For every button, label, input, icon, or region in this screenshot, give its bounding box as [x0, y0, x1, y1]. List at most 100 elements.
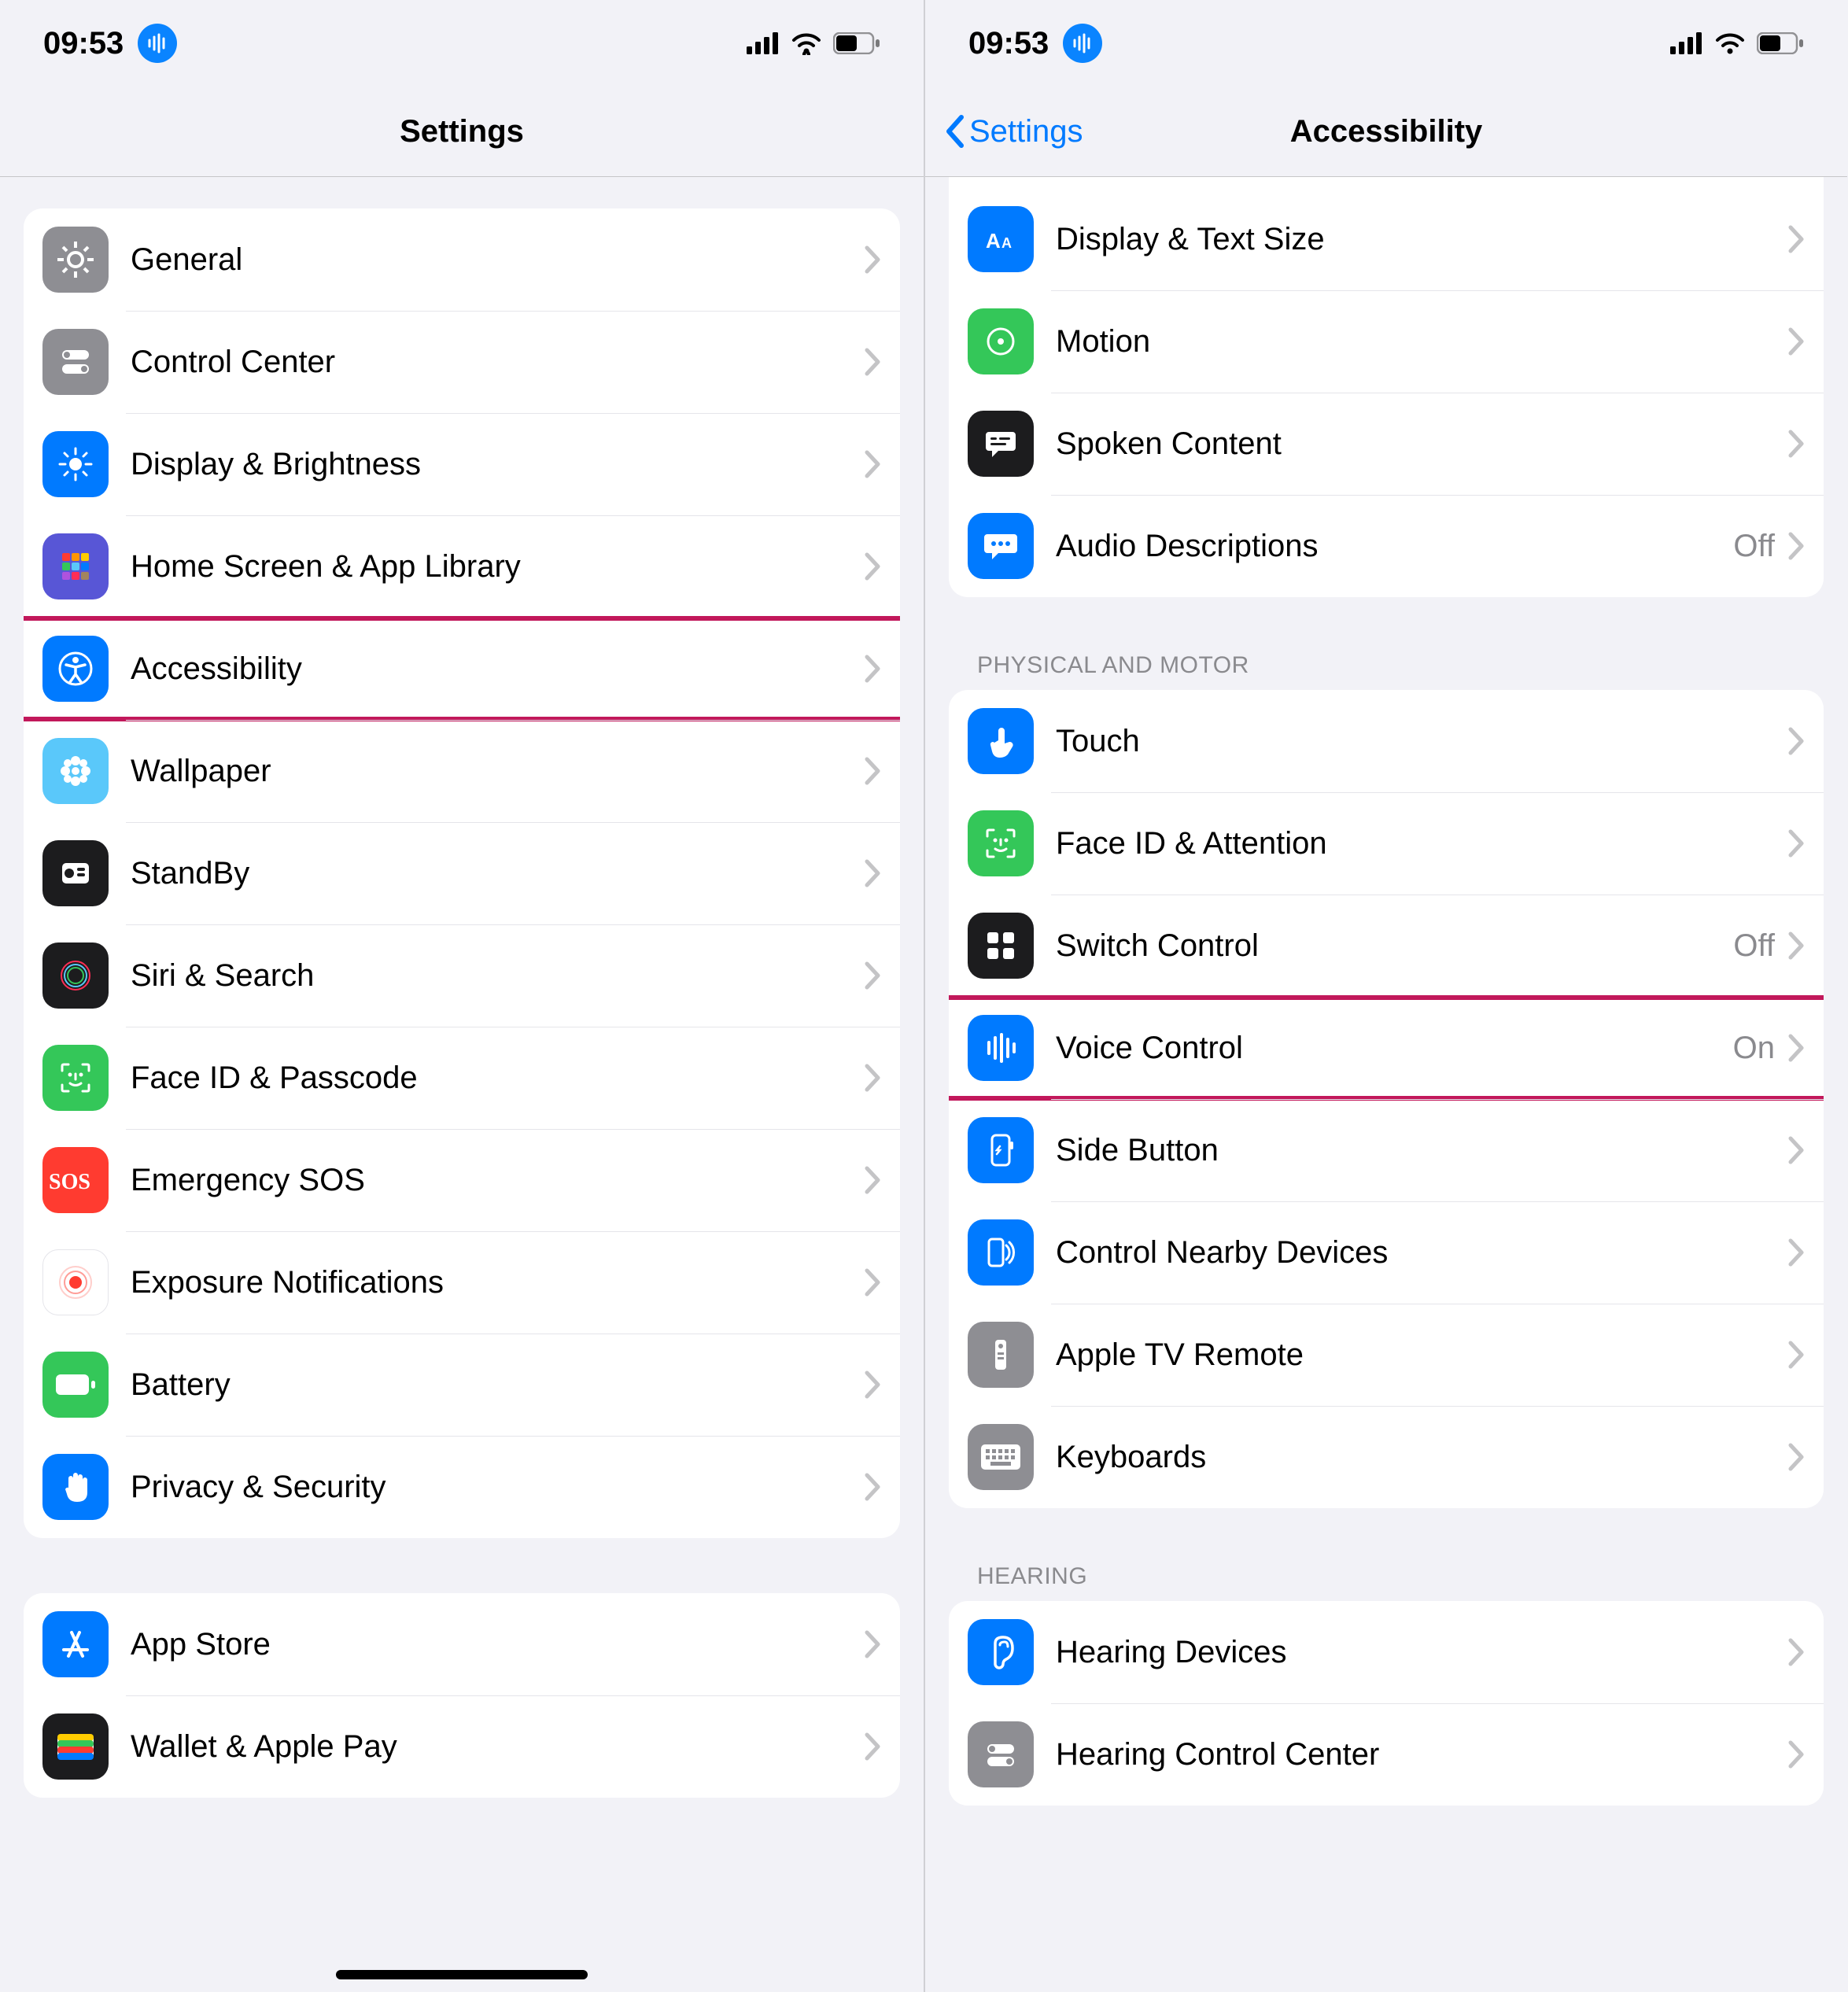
chevron-right-icon	[864, 1629, 881, 1659]
status-time: 09:53	[43, 26, 124, 61]
chevron-right-icon	[864, 1370, 881, 1400]
voice-control-indicator-icon	[138, 24, 177, 63]
row-spoken-content[interactable]: Spoken Content	[949, 393, 1824, 495]
chevron-right-icon	[1787, 1739, 1805, 1769]
row-display-brightness[interactable]: Display & Brightness	[24, 413, 900, 515]
row-label: Accessibility	[131, 651, 864, 687]
chevron-right-icon	[864, 347, 881, 377]
chevron-right-icon	[864, 654, 881, 684]
back-button[interactable]: Settings	[944, 114, 1083, 149]
row-label: Hearing Devices	[1056, 1635, 1787, 1670]
battery-icon	[833, 32, 880, 54]
chevron-right-icon	[1787, 531, 1805, 561]
row-audio-descriptions[interactable]: Audio DescriptionsOff	[949, 495, 1824, 597]
row-control-nearby[interactable]: Control Nearby Devices	[949, 1201, 1824, 1304]
row-label: Side Button	[1056, 1133, 1787, 1168]
row-label: Keyboards	[1056, 1440, 1787, 1475]
grid-icon	[42, 533, 109, 599]
row-label: Control Center	[131, 345, 864, 380]
vision-group-partial: AADisplay & Text Size Motion Spoken Conten…	[949, 177, 1824, 597]
chevron-right-icon	[1787, 429, 1805, 459]
row-label: Hearing Control Center	[1056, 1737, 1787, 1773]
row-faceid-passcode[interactable]: Face ID & Passcode	[24, 1027, 900, 1129]
row-general[interactable]: General	[24, 208, 900, 311]
home-indicator	[336, 1970, 588, 1979]
back-label: Settings	[969, 114, 1083, 149]
row-label: StandBy	[131, 856, 864, 891]
switches-icon	[42, 329, 109, 395]
row-hearing-control-center[interactable]: Hearing Control Center	[949, 1703, 1824, 1806]
hearing-cc-icon	[968, 1721, 1034, 1787]
row-voice-control[interactable]: Voice ControlOn	[949, 997, 1824, 1099]
row-wallet[interactable]: Wallet & Apple Pay	[24, 1695, 900, 1798]
speech-bubble-icon	[968, 411, 1034, 477]
svg-text:A: A	[1001, 235, 1012, 251]
row-hearing-devices[interactable]: Hearing Devices	[949, 1601, 1824, 1703]
chevron-right-icon	[1787, 1033, 1805, 1063]
chevron-right-icon	[864, 1165, 881, 1195]
battery-icon	[42, 1352, 109, 1418]
settings-screen: 09:53 Settings GeneralControl CenterDisp…	[0, 0, 924, 1992]
status-bar: 09:53	[925, 0, 1847, 87]
row-label: Control Nearby Devices	[1056, 1235, 1787, 1271]
row-accessibility[interactable]: Accessibility	[24, 618, 900, 720]
row-home-screen[interactable]: Home Screen & App Library	[24, 515, 900, 618]
chevron-right-icon	[1787, 931, 1805, 961]
motion-icon	[968, 308, 1034, 374]
standby-icon	[42, 840, 109, 906]
row-standby[interactable]: StandBy	[24, 822, 900, 924]
row-apple-tv-remote[interactable]: Apple TV Remote	[949, 1304, 1824, 1406]
row-label: Exposure Notifications	[131, 1265, 864, 1300]
row-label: App Store	[131, 1627, 864, 1662]
row-display-text-size[interactable]: AADisplay & Text Size	[949, 188, 1824, 290]
chevron-right-icon	[864, 551, 881, 581]
row-detail: On	[1733, 1031, 1775, 1066]
row-wallpaper[interactable]: Wallpaper	[24, 720, 900, 822]
settings-group: Touch Face ID & Attention Switch ControlOf…	[949, 690, 1824, 1508]
row-label: Motion	[1056, 324, 1787, 360]
row-keyboards[interactable]: Keyboards	[949, 1406, 1824, 1508]
chevron-right-icon	[864, 1063, 881, 1093]
chevron-right-icon	[1787, 1637, 1805, 1667]
row-switch-control[interactable]: Switch ControlOff	[949, 895, 1824, 997]
accessibility-icon	[42, 636, 109, 702]
hand-icon	[42, 1454, 109, 1520]
chevron-right-icon	[864, 756, 881, 786]
voice-control-icon	[968, 1015, 1034, 1081]
chevron-right-icon	[1787, 326, 1805, 356]
row-motion[interactable]: Motion	[949, 290, 1824, 393]
settings-group: App Store Wallet & Apple Pay	[24, 1593, 900, 1798]
row-faceid-attention[interactable]: Face ID & Attention	[949, 792, 1824, 895]
row-app-store[interactable]: App Store	[24, 1593, 900, 1695]
row-label: Siri & Search	[131, 958, 864, 994]
settings-group: Hearing Devices Hearing Control Center	[949, 1601, 1824, 1806]
row-label: Spoken Content	[1056, 426, 1787, 462]
status-time: 09:53	[968, 26, 1049, 61]
faceid-icon	[42, 1045, 109, 1111]
chevron-right-icon	[1787, 1135, 1805, 1165]
row-label: Face ID & Attention	[1056, 826, 1787, 861]
accessibility-screen: 09:53 Settings Accessibility AADisplay &…	[924, 0, 1847, 1992]
chevron-right-icon	[1787, 1442, 1805, 1472]
touch-icon	[968, 708, 1034, 774]
sos-icon: SOS	[42, 1147, 109, 1213]
row-emergency-sos[interactable]: SOSEmergency SOS	[24, 1129, 900, 1231]
row-control-center[interactable]: Control Center	[24, 311, 900, 413]
row-label: Battery	[131, 1367, 864, 1403]
row-side-button[interactable]: Side Button	[949, 1099, 1824, 1201]
row-battery[interactable]: Battery	[24, 1334, 900, 1436]
row-label: Switch Control	[1056, 928, 1733, 964]
cellular-icon	[1670, 32, 1703, 54]
page-title: Accessibility	[1290, 114, 1483, 149]
row-touch[interactable]: Touch	[949, 690, 1824, 792]
faceid-icon	[968, 810, 1034, 876]
wallet-icon	[42, 1713, 109, 1780]
appstore-icon	[42, 1611, 109, 1677]
chevron-right-icon	[1787, 1340, 1805, 1370]
row-detail: Off	[1733, 928, 1775, 964]
row-privacy-security[interactable]: Privacy & Security	[24, 1436, 900, 1538]
row-siri-search[interactable]: Siri & Search	[24, 924, 900, 1027]
cellular-icon	[747, 32, 780, 54]
exposure-icon	[42, 1249, 109, 1315]
row-exposure[interactable]: Exposure Notifications	[24, 1231, 900, 1334]
